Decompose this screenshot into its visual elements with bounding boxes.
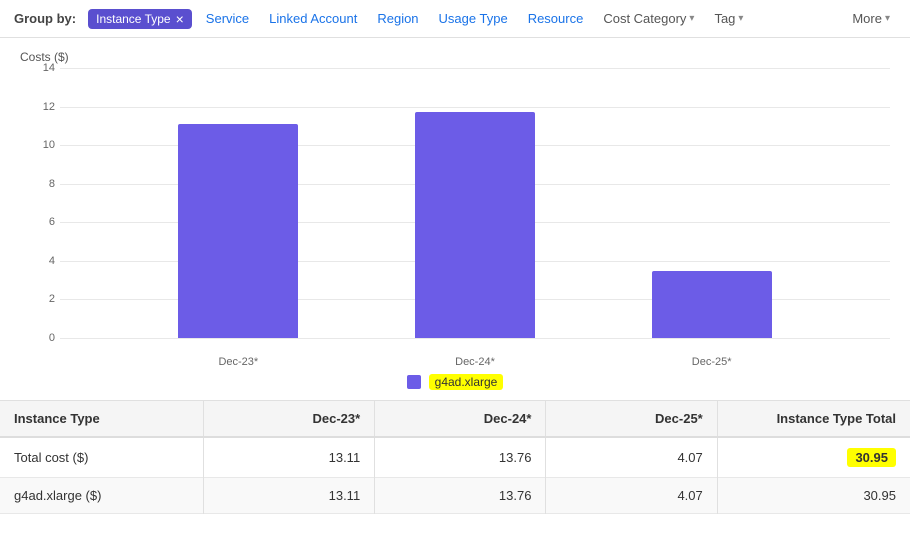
cell-dec25-total: 4.07 xyxy=(546,437,717,478)
bars-area xyxy=(60,68,890,338)
more-dropdown[interactable]: More ▾ xyxy=(846,8,896,29)
cell-dec23-total: 13.11 xyxy=(203,437,374,478)
col-header-dec25: Dec-25* xyxy=(546,401,717,437)
y-label-12: 12 xyxy=(20,101,55,113)
header-bar: Group by: Instance Type × Service Linked… xyxy=(0,0,910,38)
y-label-10: 10 xyxy=(20,139,55,151)
cell-total-total: 30.95 xyxy=(717,437,910,478)
costs-axis-label: Costs ($) xyxy=(20,50,890,64)
bar-group-dec25 xyxy=(593,271,830,338)
cost-category-label: Cost Category xyxy=(603,11,686,26)
col-header-instance-type: Instance Type xyxy=(0,401,203,437)
y-label-6: 6 xyxy=(20,216,55,228)
bar-dec24[interactable] xyxy=(415,112,535,338)
cell-total-g4ad: 30.95 xyxy=(717,478,910,514)
chevron-down-icon: ▾ xyxy=(738,13,743,24)
nav-item-service[interactable]: Service xyxy=(200,8,255,29)
nav-item-cost-category[interactable]: Cost Category ▾ xyxy=(597,8,700,29)
y-label-4: 4 xyxy=(20,255,55,267)
close-icon[interactable]: × xyxy=(176,12,184,26)
cell-dec25-g4ad: 4.07 xyxy=(546,478,717,514)
nav-item-linked-account[interactable]: Linked Account xyxy=(263,8,363,29)
cell-dec24-g4ad: 13.76 xyxy=(375,478,546,514)
table-row: Total cost ($) 13.11 13.76 4.07 30.95 xyxy=(0,437,910,478)
total-highlight-badge: 30.95 xyxy=(847,448,896,467)
active-filter-label: Instance Type xyxy=(96,12,171,26)
chart-area: Costs ($) 14 12 10 8 6 4 2 0 De xyxy=(0,38,910,401)
legend-area: g4ad.xlarge xyxy=(20,374,890,390)
bar-dec25[interactable] xyxy=(652,271,772,338)
y-label-8: 8 xyxy=(20,178,55,190)
cost-table: Instance Type Dec-23* Dec-24* Dec-25* In… xyxy=(0,401,910,514)
col-header-total: Instance Type Total xyxy=(717,401,910,437)
table-section: Instance Type Dec-23* Dec-24* Dec-25* In… xyxy=(0,401,910,514)
x-axis-labels: Dec-23* Dec-24* Dec-25* xyxy=(60,356,890,368)
chart-container: 14 12 10 8 6 4 2 0 Dec-23* Dec-24* Dec- xyxy=(20,68,890,368)
chevron-down-icon: ▾ xyxy=(689,13,694,24)
group-by-label: Group by: xyxy=(14,11,76,26)
bar-dec23[interactable] xyxy=(178,124,298,338)
y-label-14: 14 xyxy=(20,62,55,74)
nav-item-resource[interactable]: Resource xyxy=(522,8,590,29)
nav-item-tag[interactable]: Tag ▾ xyxy=(708,8,749,29)
y-label-0: 0 xyxy=(20,332,55,344)
nav-item-region[interactable]: Region xyxy=(371,8,424,29)
table-row: g4ad.xlarge ($) 13.11 13.76 4.07 30.95 xyxy=(0,478,910,514)
active-filter-tag[interactable]: Instance Type × xyxy=(88,9,192,29)
table-header-row: Instance Type Dec-23* Dec-24* Dec-25* In… xyxy=(0,401,910,437)
cell-label-g4ad: g4ad.xlarge ($) xyxy=(0,478,203,514)
tag-label: Tag xyxy=(714,11,735,26)
cell-dec23-g4ad: 13.11 xyxy=(203,478,374,514)
x-label-dec25: Dec-25* xyxy=(593,356,830,368)
y-label-2: 2 xyxy=(20,293,55,305)
x-label-dec24: Dec-24* xyxy=(357,356,594,368)
bar-group-dec23 xyxy=(120,124,357,338)
cell-dec24-total: 13.76 xyxy=(375,437,546,478)
bar-group-dec24 xyxy=(357,112,594,338)
cell-label-total: Total cost ($) xyxy=(0,437,203,478)
legend-label: g4ad.xlarge xyxy=(429,374,504,390)
x-label-dec23: Dec-23* xyxy=(120,356,357,368)
col-header-dec23: Dec-23* xyxy=(203,401,374,437)
col-header-dec24: Dec-24* xyxy=(375,401,546,437)
more-label: More xyxy=(852,11,882,26)
chevron-down-icon: ▾ xyxy=(885,13,890,24)
nav-item-usage-type[interactable]: Usage Type xyxy=(433,8,514,29)
legend-color-box xyxy=(407,375,421,389)
